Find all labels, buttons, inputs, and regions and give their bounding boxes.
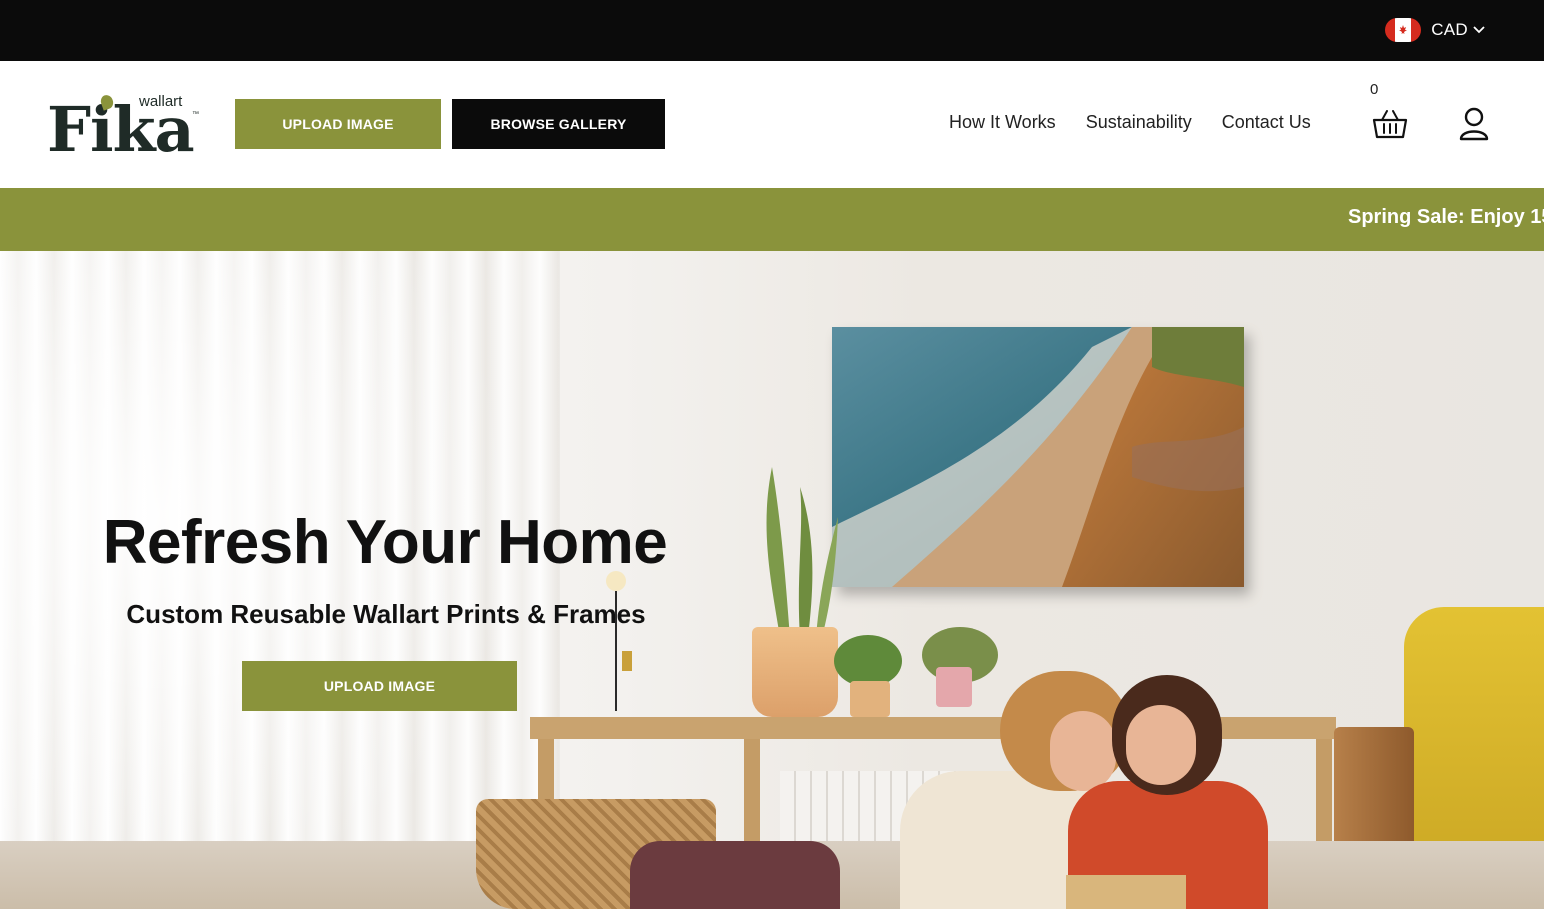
nav-sustainability[interactable]: Sustainability [1086,112,1192,133]
book [1066,875,1186,909]
account-button[interactable] [1458,107,1490,141]
mother-and-daughter-photo [900,661,1300,909]
promo-banner: Spring Sale: Enjoy 15 [0,188,1544,251]
currency-selector[interactable]: CAD [1385,18,1486,42]
blanket [630,841,840,909]
girl-face [1126,705,1196,785]
currency-label: CAD [1431,20,1468,39]
hero-subtitle: Custom Reusable Wallart Prints & Frames [126,599,646,629]
canada-flag-icon [1385,18,1422,42]
nav-how-it-works[interactable]: How It Works [949,112,1056,133]
cart-count: 0 [1370,81,1379,98]
promo-text: Spring Sale: Enjoy 15 [1348,206,1544,228]
hero-wall-painting [832,327,1244,587]
logo-wordmark: Fika [47,93,195,166]
basket-icon [1372,110,1408,139]
cart-button[interactable]: 0 [1370,81,1410,141]
logo-trademark: ™ [192,111,199,118]
nav-contact-us[interactable]: Contact Us [1222,112,1311,133]
site-header: wallart Fika ™ UPLOAD IMAGE BROWSE GALLE… [0,61,1544,188]
hero-upload-image-button[interactable]: UPLOAD IMAGE [242,661,517,711]
window-glow [0,251,520,909]
fika-logo[interactable]: wallart Fika ™ [47,91,207,161]
user-icon [1459,107,1489,141]
snake-plant [766,467,838,637]
upload-image-button[interactable]: UPLOAD IMAGE [235,99,441,149]
browse-gallery-button[interactable]: BROWSE GALLERY [452,99,665,149]
mother-face [1050,711,1116,791]
hero-section: Refresh Your Home Custom Reusable Wallar… [0,251,1544,909]
plant-pot [752,627,838,717]
plant-pot [850,681,890,717]
top-bar: CAD [0,0,1544,61]
chevron-down-icon [1473,26,1485,34]
main-nav: How It Works Sustainability Contact Us [949,112,1311,133]
hero-title: Refresh Your Home [102,508,668,577]
